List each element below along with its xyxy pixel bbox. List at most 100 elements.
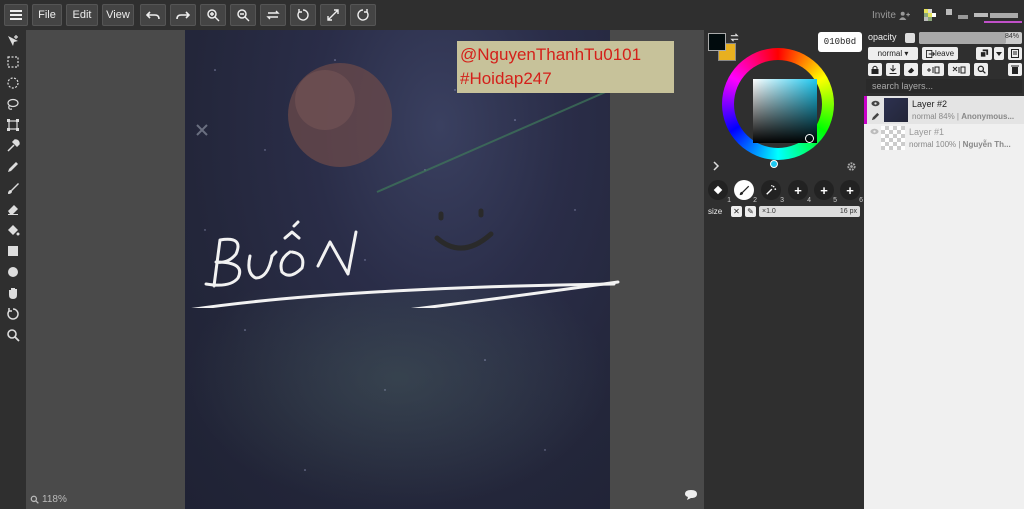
pencil-tool[interactable]: [4, 158, 22, 176]
layer-options-dropdown[interactable]: [994, 47, 1004, 60]
merge-down-button[interactable]: [886, 63, 900, 76]
lock-layer-button[interactable]: [868, 63, 882, 76]
user-avatars[interactable]: [924, 7, 1022, 25]
rotate-view-icon: [7, 308, 19, 320]
brush-slot-4[interactable]: +4: [788, 180, 811, 204]
opacity-slider[interactable]: 84%: [919, 32, 1022, 44]
tool-palette: [0, 30, 26, 509]
brush-slot-2[interactable]: 2: [734, 180, 757, 204]
watermark-handle: @NguyenThanhTu0101: [460, 45, 642, 64]
move-tool[interactable]: [4, 32, 22, 50]
undo-button[interactable]: [140, 4, 166, 26]
rotate-right-button[interactable]: [350, 4, 376, 26]
layer-item-2[interactable]: Layer #2 normal 84% | Anonymous...: [864, 96, 1024, 124]
transform-icon: [7, 119, 19, 131]
merge-down-icon: [889, 65, 897, 74]
expand-arrow-icon[interactable]: [712, 161, 720, 171]
hue-picker-handle[interactable]: [770, 160, 778, 168]
comet-trail: [376, 89, 610, 193]
zoom-tool[interactable]: [4, 326, 22, 344]
brush-slot-3[interactable]: 3: [761, 180, 784, 204]
add-layer-button[interactable]: [922, 63, 944, 76]
blend-mode-select[interactable]: normal ▾: [868, 47, 918, 60]
rotate-right-icon: [357, 9, 369, 21]
settings-gear-icon[interactable]: [846, 161, 857, 172]
brush-slot-1[interactable]: 1: [708, 180, 731, 204]
leave-icon: [925, 49, 935, 58]
search-layer-button[interactable]: [974, 63, 988, 76]
zoom-in-button[interactable]: [200, 4, 226, 26]
brush-icon: [8, 183, 19, 194]
document-icon: [1011, 49, 1019, 58]
size-lock-toggle[interactable]: ✕: [731, 205, 742, 217]
duplicate-layer-button[interactable]: [976, 47, 992, 60]
lock-icon: [871, 65, 879, 74]
flip-button[interactable]: [260, 4, 286, 26]
search-layers-input[interactable]: search layers...: [866, 79, 1022, 93]
invite-label: Invite: [872, 10, 896, 21]
transform-tool[interactable]: [4, 116, 22, 134]
rect-select-tool[interactable]: [4, 53, 22, 71]
fill-icon: [713, 185, 723, 195]
workspace[interactable]: 118%: [26, 30, 704, 509]
undo-icon: [146, 11, 160, 20]
opacity-checkbox[interactable]: [905, 33, 915, 43]
zoom-in-icon: [207, 9, 220, 22]
zoom-out-button[interactable]: [230, 4, 256, 26]
rotate-left-button[interactable]: [290, 4, 316, 26]
zoom-indicator[interactable]: 118%: [30, 494, 67, 505]
main-menu-button[interactable]: [4, 4, 28, 26]
top-toolbar: File Edit View: [0, 0, 864, 30]
delete-layer-button[interactable]: [1008, 63, 1022, 76]
edit-menu-button[interactable]: Edit: [66, 4, 98, 26]
hand-tool[interactable]: [4, 284, 22, 302]
redo-button[interactable]: [170, 4, 196, 26]
rotate-view-tool[interactable]: [4, 305, 22, 323]
invite-link[interactable]: Invite: [872, 10, 910, 21]
eyedropper-icon: [7, 139, 20, 152]
view-menu-button[interactable]: View: [102, 4, 134, 26]
layer-item-1[interactable]: Layer #1 normal 100% | Nguyễn Th...: [864, 124, 1024, 152]
eye-icon[interactable]: [871, 100, 880, 107]
brush-tool[interactable]: [4, 179, 22, 197]
hamburger-icon: [10, 10, 22, 20]
chat-icon[interactable]: [684, 489, 698, 501]
spray-icon: [766, 185, 777, 195]
brush-icon: [739, 185, 750, 196]
leave-button[interactable]: leave: [922, 47, 958, 60]
clear-layer-button[interactable]: [904, 63, 918, 76]
fill-icon: [8, 225, 20, 236]
ellipse-select-tool[interactable]: [4, 74, 22, 92]
lasso-icon: [7, 98, 19, 110]
flip-icon: [266, 10, 280, 20]
swap-colors-icon[interactable]: [729, 32, 740, 43]
remove-layer-button[interactable]: [948, 63, 970, 76]
fullscreen-button[interactable]: [320, 4, 346, 26]
rectangle-tool[interactable]: [4, 242, 22, 260]
brush-slot-6[interactable]: +6: [840, 180, 863, 204]
brush-slot-5[interactable]: +5: [814, 180, 837, 204]
primary-color-front[interactable]: [708, 33, 726, 51]
rectangle-icon: [8, 246, 18, 256]
remove-layer-icon: [952, 66, 966, 73]
file-menu-button[interactable]: File: [32, 4, 62, 26]
zoom-icon: [7, 329, 20, 342]
circle-tool[interactable]: [4, 263, 22, 281]
sv-picker-handle[interactable]: [805, 134, 814, 143]
eraser-tool[interactable]: [4, 200, 22, 218]
size-slider[interactable]: ×1.0 16 px: [759, 205, 860, 217]
eye-icon[interactable]: [870, 128, 879, 135]
hex-color-field[interactable]: 010b0d: [818, 32, 862, 52]
fullscreen-icon: [327, 9, 339, 21]
paint-app: File Edit View 118% @NguyenThanhTu0101 #…: [0, 0, 1024, 509]
size-pressure-toggle[interactable]: ✎: [745, 205, 756, 217]
layer-info: normal 84% | Anonymous...: [912, 112, 1015, 121]
watermark-label: @NguyenThanhTu0101 #Hoidap247: [457, 41, 674, 93]
eyedropper-tool[interactable]: [4, 137, 22, 155]
layer-info-button[interactable]: [1008, 47, 1022, 60]
layer-thumbnail: [884, 98, 908, 122]
lasso-tool[interactable]: [4, 95, 22, 113]
fill-tool[interactable]: [4, 221, 22, 239]
zoom-value: 118%: [42, 494, 67, 505]
handwriting-stroke: [191, 220, 620, 308]
